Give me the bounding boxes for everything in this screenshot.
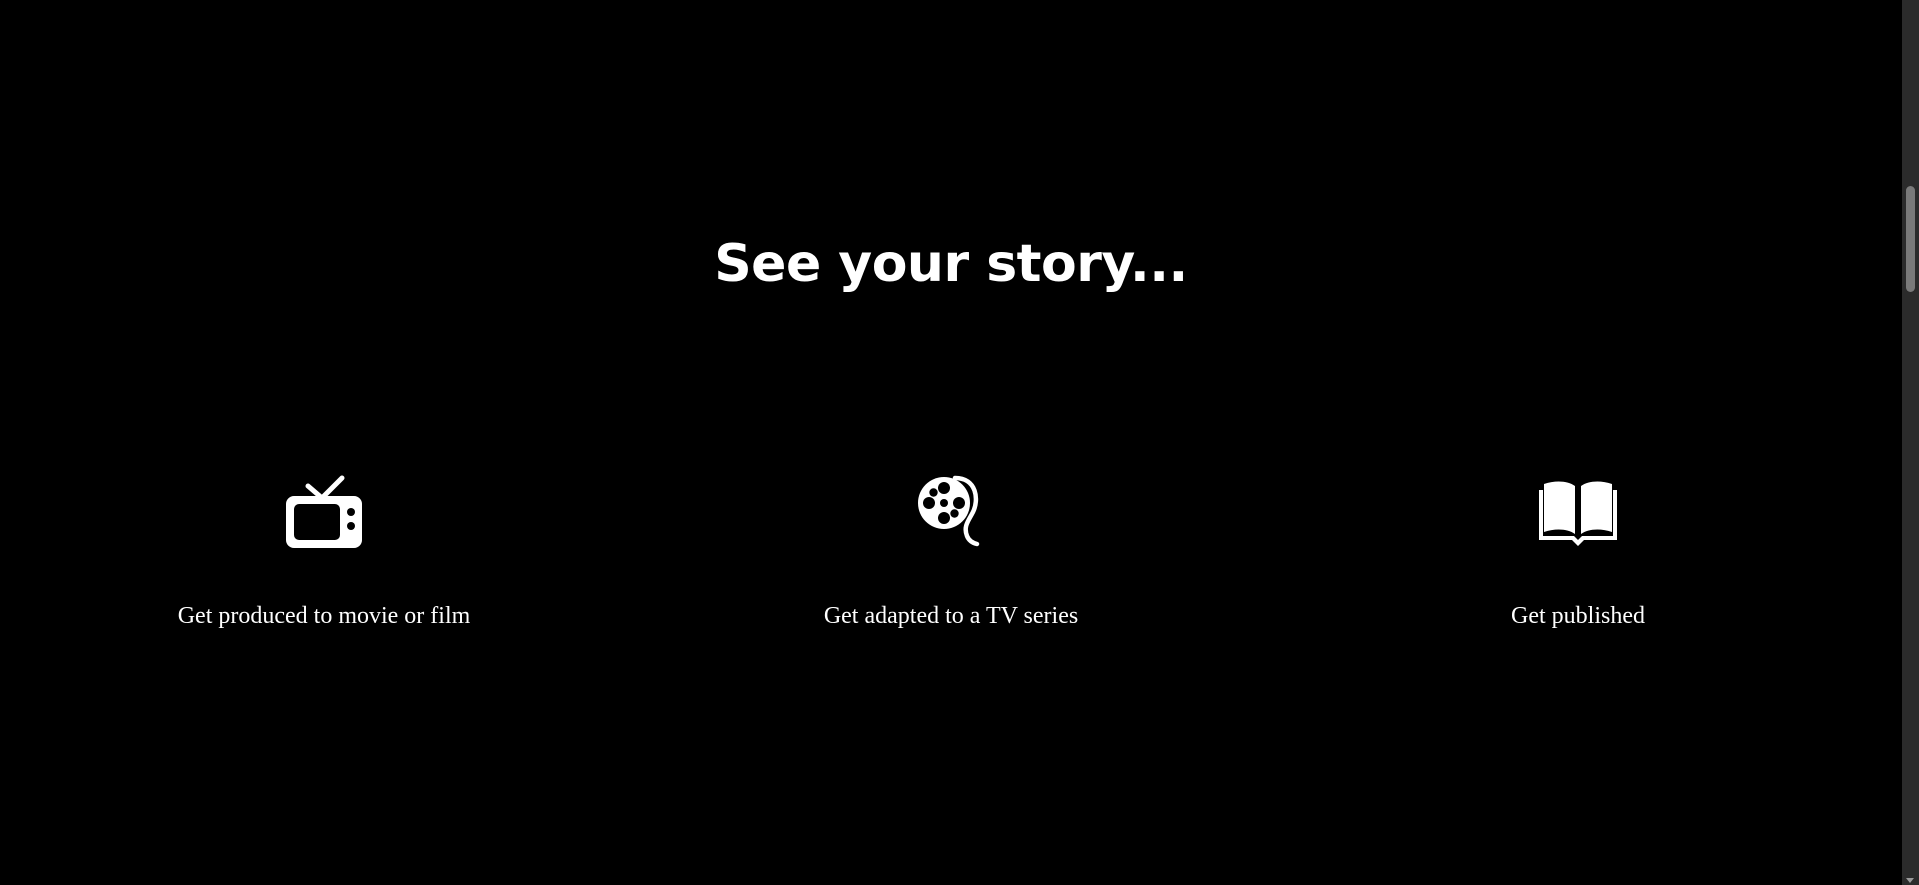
- scroll-down-arrow-icon[interactable]: [1906, 878, 1914, 883]
- vertical-scrollbar[interactable]: [1902, 0, 1919, 885]
- feature-published: Get published: [1368, 460, 1788, 630]
- feature-label: Get produced to movie or film: [177, 603, 471, 629]
- page: See your story... Get produced to movie …: [0, 0, 1919, 885]
- film-reel-icon: [918, 475, 980, 547]
- story-section: See your story... Get produced to movie …: [0, 0, 1902, 885]
- open-book-icon: [1539, 481, 1617, 546]
- scrollbar-thumb[interactable]: [1906, 186, 1915, 292]
- section-headline: See your story...: [714, 234, 1188, 294]
- tv-icon: [286, 475, 362, 548]
- feature-label: Get adapted to a TV series: [823, 603, 1079, 629]
- feature-label: Get published: [1511, 603, 1645, 629]
- feature-tv-series: Get adapted to a TV series: [741, 460, 1161, 630]
- feature-movie-film: Get produced to movie or film: [114, 460, 534, 630]
